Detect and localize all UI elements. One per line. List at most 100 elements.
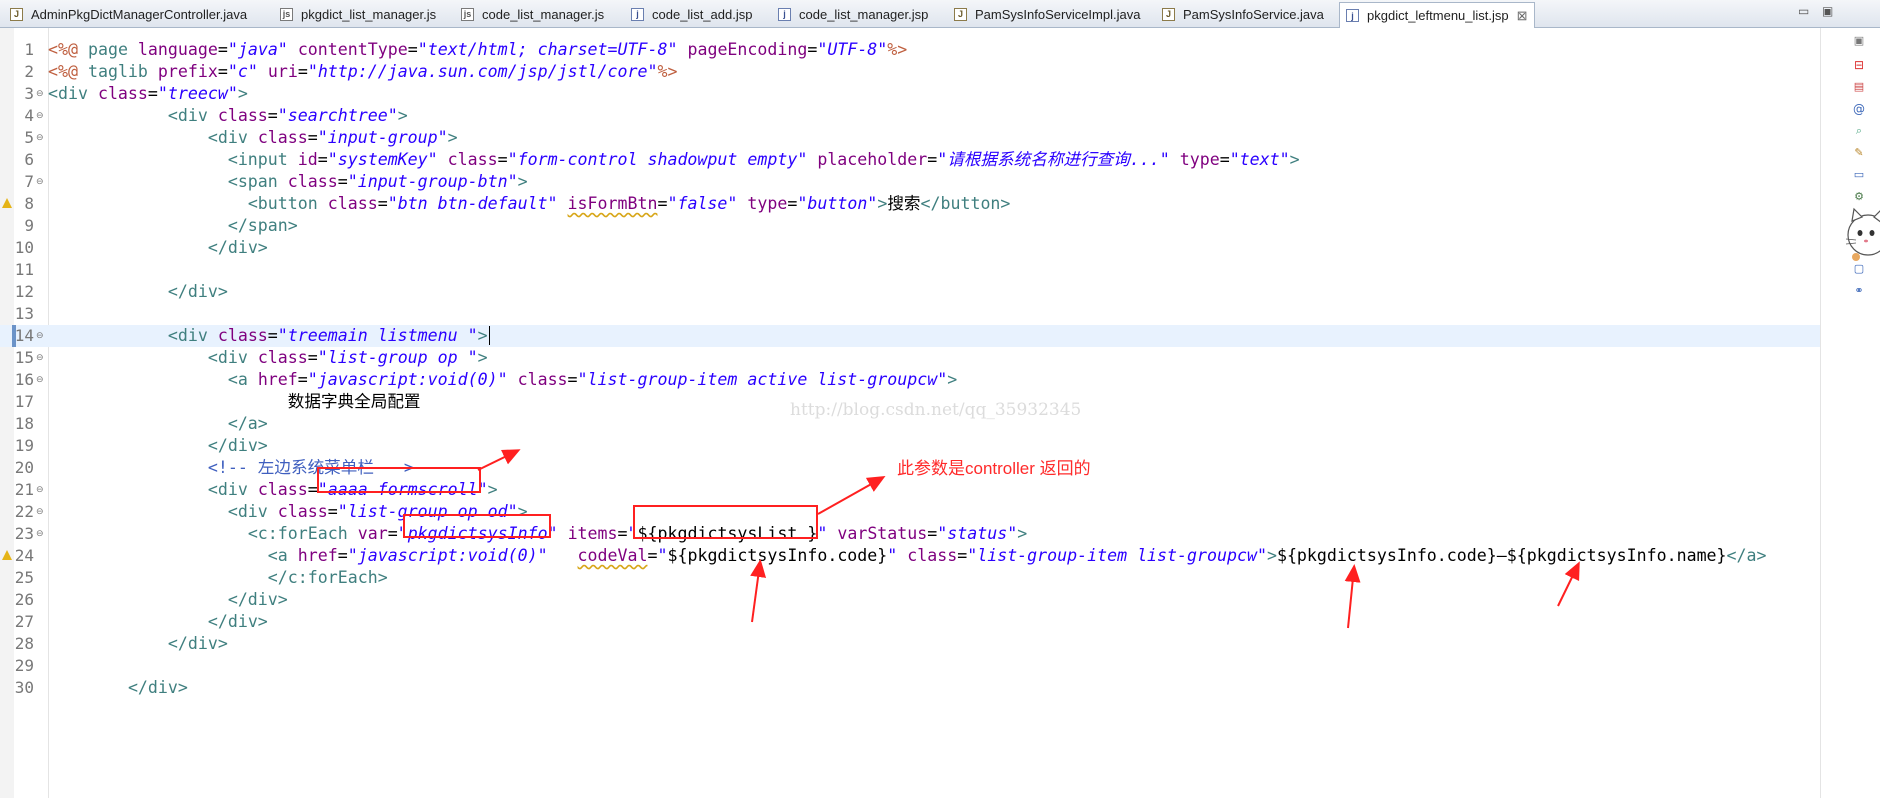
annotation-note: 此参数是controller 返回的 xyxy=(897,459,1091,478)
highlight-box-class xyxy=(317,467,481,493)
code-line[interactable]: 8 <button class="btn btn-default" isForm… xyxy=(0,193,1820,215)
tab-pkgdict-leftmenu-list-jsp[interactable]: j pkgdict_leftmenu_list.jsp ⊠ xyxy=(1339,2,1535,28)
problems-icon[interactable]: ⊟ xyxy=(1852,58,1866,72)
line-number: 1 xyxy=(24,40,34,59)
line-number: 6 xyxy=(24,150,34,169)
text-caret xyxy=(488,326,490,345)
code-text: <div class="treecw"> xyxy=(48,84,248,103)
tab-pkgdict-list-manager-js[interactable]: js pkgdict_list_manager.js xyxy=(274,2,442,26)
code-text: </div> xyxy=(127,678,188,697)
line-number: 24 xyxy=(14,546,34,565)
line-number: 2 xyxy=(24,62,34,81)
line-number: 20 xyxy=(14,458,34,477)
code-line[interactable]: 4 ⊖ <div class="searchtree"> xyxy=(0,105,1820,127)
tab-label: PamSysInfoServiceImpl.java xyxy=(975,6,1141,22)
warning-icon[interactable] xyxy=(2,198,12,208)
line-number: 3 xyxy=(24,84,34,103)
code-line[interactable]: 2 <%@ taglib prefix="c" uri="http://java.… xyxy=(0,61,1820,83)
line-number: 12 xyxy=(14,282,34,301)
code-line[interactable]: 1 <%@ page language="java" contentType="t… xyxy=(0,39,1820,61)
window-icon[interactable]: ▢ xyxy=(1852,262,1866,276)
code-line[interactable]: 12 </div> xyxy=(0,281,1820,303)
code-line[interactable]: 16 ⊖ <a href="javascript:void(0)" class="… xyxy=(0,369,1820,391)
fold-toggle-icon[interactable]: ⊖ xyxy=(36,83,44,105)
connection-icon[interactable]: ⚭ xyxy=(1852,284,1866,298)
line-number: 15 xyxy=(14,348,34,367)
line-number: 4 xyxy=(24,106,34,125)
code-line[interactable]: 15 ⊖ <div class="list-group op "> xyxy=(0,347,1820,369)
fold-toggle-icon[interactable]: ⊖ xyxy=(36,171,44,193)
editor-tab-bar: J AdminPkgDictManagerController.java js pkg… xyxy=(0,0,1880,28)
code-line[interactable]: 28 </div> xyxy=(0,633,1820,655)
code-line[interactable]: 29 xyxy=(0,655,1820,677)
code-line[interactable]: 6 <input id="systemKey" class="form-cont… xyxy=(0,149,1820,171)
code-line[interactable]: 30 </div> xyxy=(0,677,1820,699)
fold-toggle-icon[interactable]: ⊖ xyxy=(36,105,44,127)
close-tab-icon[interactable]: ⊠ xyxy=(1517,8,1528,24)
tab-label: PamSysInfoService.java xyxy=(1183,6,1324,22)
code-text: <input id="systemKey" class="form-contro… xyxy=(227,150,1300,169)
fold-toggle-icon[interactable]: ⊖ xyxy=(36,369,44,391)
code-text: </div> xyxy=(207,238,268,257)
code-text: </c:forEach> xyxy=(267,568,388,587)
code-text: <%@ page language="java" contentType="te… xyxy=(48,40,908,59)
console-icon[interactable]: ▭ xyxy=(1852,168,1866,182)
code-text: <span class="input-group-btn"> xyxy=(227,172,528,191)
jsp-file-icon: j xyxy=(778,7,791,21)
java-file-icon: J xyxy=(10,7,23,21)
tab-pamsysinfoserviceimpl-java[interactable]: J PamSysInfoServiceImpl.java xyxy=(948,2,1146,26)
line-number: 7 xyxy=(24,172,34,191)
code-line[interactable]: 13 xyxy=(0,303,1820,325)
js-file-icon: js xyxy=(280,7,293,21)
warning-icon[interactable] xyxy=(2,550,12,560)
code-line[interactable]: 9 </span> xyxy=(0,215,1820,237)
maximize-icon[interactable]: ▣ xyxy=(1822,4,1833,18)
code-text: </div> xyxy=(207,612,268,631)
tab-code-list-manager-jsp[interactable]: j code_list_manager.jsp xyxy=(772,2,934,26)
code-line[interactable]: 5 ⊖ <div class="input-group"> xyxy=(0,127,1820,149)
code-text: </a> xyxy=(227,414,268,433)
line-number: 8 xyxy=(24,194,34,213)
tab-code-list-manager-js[interactable]: js code_list_manager.js xyxy=(455,2,610,26)
tab-label: AdminPkgDictManagerController.java xyxy=(31,6,248,22)
code-line[interactable]: 22 ⊖ <div class="list-group op od"> xyxy=(0,501,1820,523)
fold-toggle-icon[interactable]: ⊖ xyxy=(36,523,44,545)
code-line[interactable]: 3 ⊖ <div class="treecw"> xyxy=(0,83,1820,105)
tab-label: code_list_add.jsp xyxy=(652,6,753,22)
code-text: <button class="btn btn-default" isFormBt… xyxy=(247,194,1011,213)
code-line[interactable]: 21 ⊖ <div class="aaaa formscroll"> xyxy=(0,479,1820,501)
hierarchy-icon[interactable]: ⚙ xyxy=(1852,190,1866,204)
line-number: 30 xyxy=(14,678,34,697)
fold-toggle-icon[interactable]: ⊖ xyxy=(36,325,44,347)
code-line[interactable]: 24 <a href="javascript:void(0)" codeVal=… xyxy=(0,545,1820,567)
mascot-cat-icon xyxy=(1845,207,1880,261)
restore-icon[interactable]: ▣ xyxy=(1852,34,1866,48)
tab-code-list-add-jsp[interactable]: j code_list_add.jsp xyxy=(625,2,758,26)
tools-icon[interactable]: ✎ xyxy=(1852,146,1866,160)
code-line[interactable]: 23 ⊖ <c:forEach var="pkgdictsysInfo" item… xyxy=(0,523,1820,545)
tab-label: pkgdict_list_manager.js xyxy=(301,6,437,22)
jsp-file-icon: j xyxy=(1346,9,1359,22)
java-file-icon: J xyxy=(1162,7,1175,21)
code-text: </div> xyxy=(167,634,228,653)
minimize-icon[interactable]: ▭ xyxy=(1798,4,1809,18)
code-line[interactable]: 25 </c:forEach> xyxy=(0,567,1820,589)
tab-adminpkgdictmanagercontroller-java[interactable]: J AdminPkgDictManagerController.java xyxy=(4,2,253,26)
code-text: <div class="input-group"> xyxy=(207,128,458,147)
fold-toggle-icon[interactable]: ⊖ xyxy=(36,127,44,149)
code-line[interactable]: 27 </div> xyxy=(0,611,1820,633)
fold-toggle-icon[interactable]: ⊖ xyxy=(36,347,44,369)
code-line[interactable]: 11 xyxy=(0,259,1820,281)
code-line[interactable]: 14 ⊖ <div class="treemain listmenu "> xyxy=(0,325,1820,347)
code-text: <%@ taglib prefix="c" uri="http://java.s… xyxy=(48,62,678,81)
jsp-file-icon: j xyxy=(631,7,644,21)
tab-pamsysinfoservice-java[interactable]: J PamSysInfoService.java xyxy=(1156,2,1330,26)
code-line[interactable]: 10 </div> xyxy=(0,237,1820,259)
fold-toggle-icon[interactable]: ⊖ xyxy=(36,501,44,523)
fold-toggle-icon[interactable]: ⊖ xyxy=(36,479,44,501)
task-icon[interactable]: ▤ xyxy=(1852,80,1866,94)
code-line[interactable]: 7 ⊖ <span class="input-group-btn"> xyxy=(0,171,1820,193)
at-sign-icon[interactable]: @ xyxy=(1852,102,1866,116)
code-line[interactable]: 26 </div> xyxy=(0,589,1820,611)
search-icon[interactable]: ⌕ xyxy=(1852,124,1866,138)
